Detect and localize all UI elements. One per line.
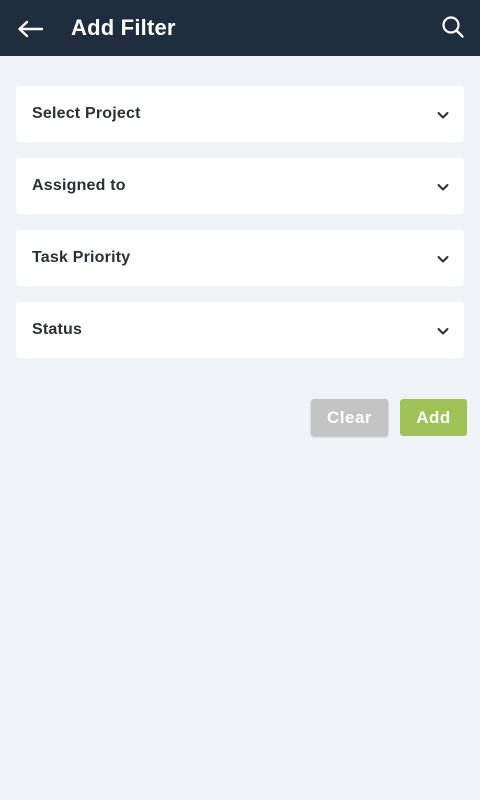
status-dropdown[interactable]: Status [16,302,464,358]
chevron-down-icon [437,256,449,263]
search-icon [442,16,464,38]
assigned-to-label: Assigned to [32,177,126,194]
search-button[interactable] [440,13,466,41]
chevron-down-icon [437,184,449,191]
chevron-down-icon [437,112,449,119]
status-label: Status [32,321,83,338]
app-header: Add Filter [0,0,480,56]
back-button[interactable] [14,14,46,44]
add-filter-screen: Add Filter Select Project Assigned to Ta… [0,0,480,800]
page-title: Add Filter [71,15,176,40]
task-priority-label: Task Priority [32,249,131,266]
task-priority-dropdown[interactable]: Task Priority [16,230,464,286]
filter-list: Select Project Assigned to Task Priority… [16,86,464,374]
filter-actions: Clear Add [311,399,467,436]
assigned-to-dropdown[interactable]: Assigned to [16,158,464,214]
chevron-down-icon [437,328,449,335]
select-project-label: Select Project [32,105,141,122]
add-button[interactable]: Add [400,399,467,436]
arrow-left-icon [18,20,44,38]
clear-button[interactable]: Clear [311,399,388,436]
select-project-dropdown[interactable]: Select Project [16,86,464,142]
